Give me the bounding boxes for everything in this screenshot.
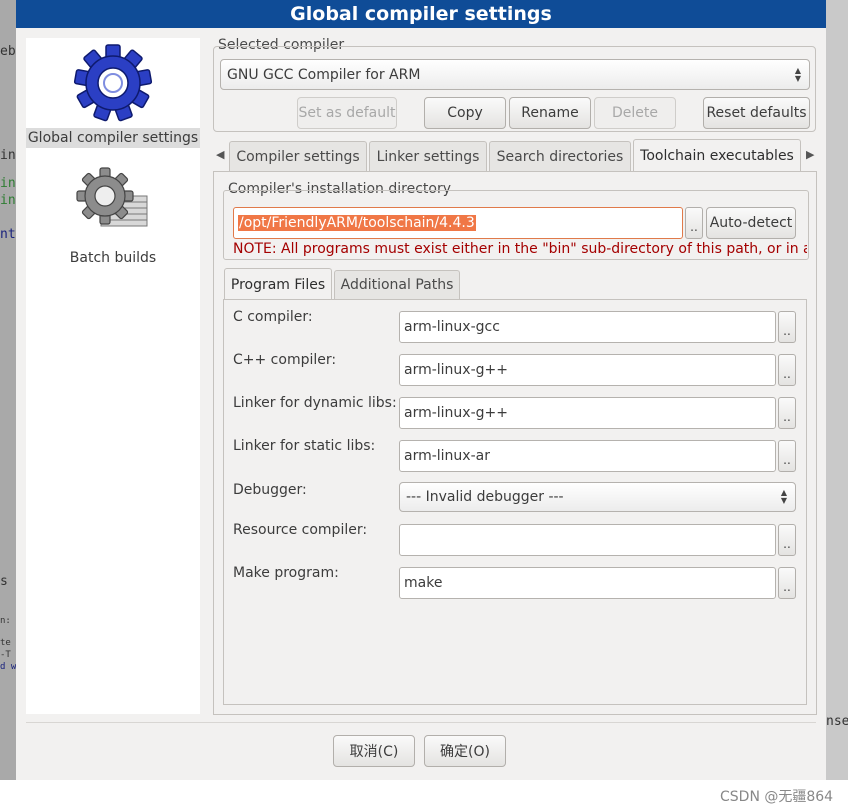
reset-defaults-button[interactable]: Reset defaults bbox=[703, 97, 810, 129]
compiler-select[interactable]: GNU GCC Compiler for ARM ▲ ▼ bbox=[220, 59, 810, 90]
make-program-label: Make program: bbox=[233, 565, 339, 581]
resource-compiler-input[interactable] bbox=[399, 524, 776, 556]
tab-linker-settings[interactable]: Linker settings bbox=[369, 141, 487, 171]
dynamic-linker-browse-button[interactable]: .. bbox=[778, 397, 796, 429]
sidebar-item-global-compiler[interactable]: Global compiler settings bbox=[26, 42, 200, 148]
sidebar-item-label: Global compiler settings bbox=[26, 128, 200, 148]
delete-button[interactable]: Delete bbox=[594, 97, 676, 129]
copy-button[interactable]: Copy bbox=[424, 97, 506, 129]
c-compiler-input[interactable]: arm-linux-gcc bbox=[399, 311, 776, 343]
install-dir-browse-button[interactable]: .. bbox=[685, 207, 703, 239]
resource-compiler-label: Resource compiler: bbox=[233, 522, 368, 538]
tab-compiler-settings[interactable]: Compiler settings bbox=[229, 141, 367, 171]
debugger-select-value: --- Invalid debugger --- bbox=[406, 489, 564, 505]
gear-gray-stack-icon bbox=[76, 167, 148, 227]
sidebar-item-batch-builds[interactable]: Batch builds bbox=[26, 166, 200, 268]
sidebar-item-label: Batch builds bbox=[69, 250, 157, 266]
cpp-compiler-label: C++ compiler: bbox=[233, 352, 337, 368]
static-linker-input[interactable]: arm-linux-ar bbox=[399, 440, 776, 472]
subtab-additional-paths[interactable]: Additional Paths bbox=[334, 270, 460, 299]
background-text: n: bbox=[0, 616, 11, 626]
debugger-label: Debugger: bbox=[233, 482, 307, 498]
dynamic-linker-input[interactable]: arm-linux-g++ bbox=[399, 397, 776, 429]
dialog-title: Global compiler settings bbox=[16, 0, 826, 28]
install-dir-input[interactable]: /opt/FriendlyARM/toolschain/4.4.3 bbox=[233, 207, 683, 239]
tab-toolchain-executables[interactable]: Toolchain executables bbox=[633, 139, 801, 172]
static-linker-label: Linker for static libs: bbox=[233, 438, 376, 454]
select-arrows-icon: ▲ ▼ bbox=[794, 65, 801, 83]
note-clip: NOTE: All programs must exist either in … bbox=[229, 240, 807, 260]
c-compiler-label: C compiler: bbox=[233, 309, 313, 325]
compiler-select-value: GNU GCC Compiler for ARM bbox=[227, 66, 421, 83]
watermark: CSDN @无疆864 bbox=[720, 789, 834, 805]
resource-compiler-browse-button[interactable]: .. bbox=[778, 524, 796, 556]
auto-detect-button[interactable]: Auto-detect bbox=[706, 207, 796, 239]
background-text: -T bbox=[0, 650, 11, 660]
cpp-compiler-browse-button[interactable]: .. bbox=[778, 354, 796, 386]
background-window-right bbox=[826, 0, 848, 810]
cpp-compiler-input[interactable]: arm-linux-g++ bbox=[399, 354, 776, 386]
settings-sidebar: Global compiler settings Batch builds bbox=[26, 38, 200, 714]
subtab-program-files[interactable]: Program Files bbox=[224, 268, 332, 300]
background-text: d w bbox=[0, 662, 17, 672]
background-text: s bbox=[0, 574, 8, 589]
select-arrows-icon: ▲ ▼ bbox=[780, 488, 787, 505]
debugger-select[interactable]: --- Invalid debugger --- ▲ ▼ bbox=[399, 482, 796, 512]
tab-search-directories[interactable]: Search directories bbox=[489, 141, 631, 171]
install-dir-note: NOTE: All programs must exist either in … bbox=[233, 241, 807, 257]
make-program-browse-button[interactable]: .. bbox=[778, 567, 796, 599]
background-text: nt bbox=[0, 227, 16, 242]
static-linker-browse-button[interactable]: .. bbox=[778, 440, 796, 472]
cancel-button[interactable]: 取消(C) bbox=[333, 735, 415, 767]
tab-scroll-left-icon[interactable]: ◀ bbox=[216, 148, 224, 161]
ok-button[interactable]: 确定(O) bbox=[424, 735, 506, 767]
make-program-input[interactable]: make bbox=[399, 567, 776, 599]
background-text: nse bbox=[826, 714, 848, 729]
compiler-settings-dialog: Global compiler settings Global compiler… bbox=[16, 0, 826, 780]
background-text: te bbox=[0, 638, 11, 648]
c-compiler-browse-button[interactable]: .. bbox=[778, 311, 796, 343]
set-as-default-button[interactable]: Set as default bbox=[297, 97, 397, 129]
gear-blue-icon bbox=[73, 44, 153, 122]
tab-scroll-right-icon[interactable]: ▶ bbox=[806, 148, 814, 161]
separator bbox=[26, 722, 816, 723]
install-dir-path: /opt/FriendlyARM/toolschain/4.4.3 bbox=[238, 215, 476, 231]
dynamic-linker-label: Linker for dynamic libs: bbox=[233, 395, 397, 411]
rename-button[interactable]: Rename bbox=[509, 97, 591, 129]
